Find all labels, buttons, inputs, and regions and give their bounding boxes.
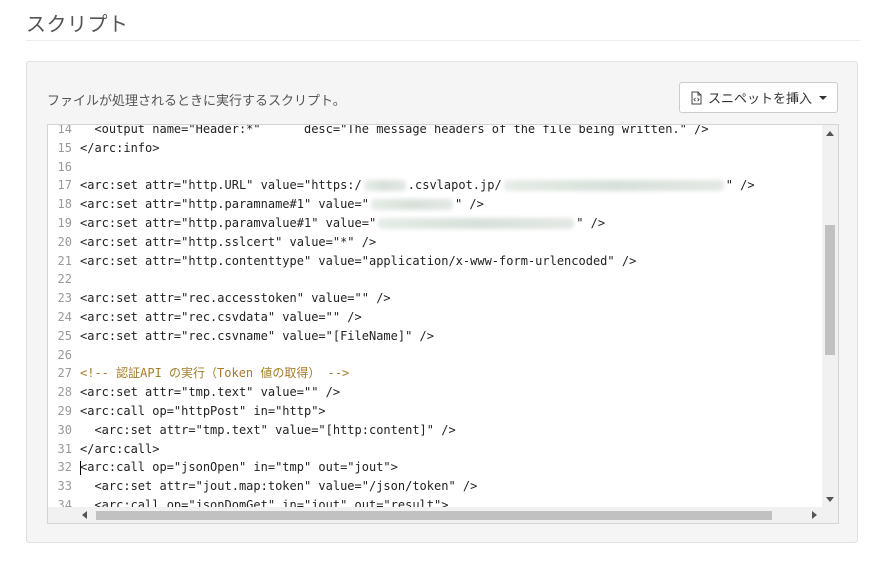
scroll-down-icon[interactable] (822, 491, 838, 507)
code-line[interactable]: 30 <arc:set attr="tmp.text" value="[http… (48, 421, 822, 440)
line-number: 17 (57, 178, 72, 193)
line-number: 20 (57, 234, 72, 249)
code-text: " /> (725, 178, 755, 193)
code-text: <arc:set attr="rec.csvdata" value="" /> (80, 309, 362, 324)
redacted-value (378, 217, 575, 229)
line-number: 34 (57, 497, 72, 507)
code-text: </arc:info> (80, 140, 160, 155)
code-text: " /> (576, 215, 606, 230)
code-line[interactable]: 19 <arc:set attr="http.paramvalue#1" valu… (48, 214, 822, 233)
code-line[interactable]: 20 <arc:set attr="http.sslcert" value="*"… (48, 233, 822, 252)
code-line[interactable]: 17 <arc:set attr="http.URL" value="https:… (48, 176, 822, 195)
line-number: 21 (57, 253, 72, 268)
redacted-value (370, 199, 453, 211)
code-line[interactable]: 28 <arc:set attr="tmp.text" value="" /> (48, 383, 822, 402)
code-text: <arc:set attr="tmp.text" value="" /> (80, 385, 341, 400)
scroll-right-icon[interactable] (806, 507, 822, 523)
line-number: 24 (57, 309, 72, 324)
code-line[interactable]: 24 <arc:set attr="rec.csvdata" value="" /… (48, 308, 822, 327)
line-number: 18 (57, 197, 72, 212)
code-text: <arc:call op="jsonOpen" in="tmp" out="jo… (80, 460, 398, 475)
vertical-scroll-thumb[interactable] (825, 225, 835, 355)
code-line[interactable]: 14 <output name="Header:*" desc="The mes… (48, 125, 822, 139)
code-comment: <!-- 認証API の実行（Token 値の取得） --> (80, 366, 350, 381)
code-text: <arc:call op="httpPost" in="http"> (80, 403, 326, 418)
line-number: 29 (57, 403, 72, 418)
line-number: 16 (57, 159, 72, 174)
title-divider (26, 40, 860, 41)
code-line[interactable]: 25 <arc:set attr="rec.csvname" value="[Fi… (48, 327, 822, 346)
script-editor[interactable]: 14 <output name="Header:*" desc="The mes… (47, 124, 839, 524)
code-line[interactable]: 31 </arc:call> (48, 440, 822, 459)
horizontal-scroll-thumb[interactable] (96, 511, 772, 520)
line-number: 26 (57, 347, 72, 362)
code-text: </arc:call> (80, 441, 160, 456)
insert-snippet-button[interactable]: スニペットを挿入 (678, 82, 838, 113)
redacted-value (503, 180, 724, 192)
code-line[interactable]: 26 (48, 346, 822, 365)
code-line[interactable]: 18 <arc:set attr="http.paramname#1" value… (48, 195, 822, 214)
code-text: .csvlapot.jp/ (407, 178, 502, 193)
code-text: <arc:set attr="jout.map:token" value="/j… (80, 479, 478, 494)
line-number: 22 (57, 272, 72, 287)
code-text: <output name="Header:*" desc="The messag… (80, 125, 709, 136)
code-area[interactable]: 14 <output name="Header:*" desc="The mes… (48, 125, 822, 507)
chevron-down-icon (819, 95, 827, 100)
code-line[interactable]: 32 <arc:call op="jsonOpen" in="tmp" out="… (48, 458, 822, 477)
code-text: <arc:set attr="http.sslcert" value="*" /… (80, 234, 377, 249)
code-file-icon (690, 91, 703, 105)
code-text: <arc:set attr="rec.accesstoken" value=""… (80, 291, 391, 306)
code-line[interactable]: 23 <arc:set attr="rec.accesstoken" value=… (48, 289, 822, 308)
line-number: 25 (57, 328, 72, 343)
code-text: <arc:set attr="rec.csvname" value="[File… (80, 328, 435, 343)
scrollbar-corner (822, 507, 838, 523)
scroll-up-icon[interactable] (822, 125, 838, 141)
line-number: 33 (57, 479, 72, 494)
code-line[interactable]: 34 <arc:call op="jsonDomGet" in="jout" o… (48, 496, 822, 507)
line-number: 27 (57, 366, 72, 381)
insert-snippet-label: スニペットを挿入 (707, 92, 812, 107)
code-text: <arc:set attr="http.URL" value="https:/ (80, 178, 362, 193)
code-line[interactable]: 22 (48, 270, 822, 289)
vertical-scrollbar[interactable] (822, 125, 838, 507)
line-number: 14 (57, 125, 72, 136)
script-panel: ファイルが処理されるときに実行するスクリプト。 スニペットを挿入 14 <out… (26, 61, 858, 543)
code-line[interactable]: 29 <arc:call op="httpPost" in="http"> (48, 402, 822, 421)
page-title: スクリプト (26, 12, 129, 36)
code-text: <arc:set attr="http.paramvalue#1" value=… (80, 215, 377, 230)
line-number: 28 (57, 385, 72, 400)
code-text: " /> (454, 197, 484, 212)
code-text: <arc:set attr="http.paramname#1" value=" (80, 197, 369, 212)
line-number: 19 (57, 215, 72, 230)
code-text: <arc:call op="jsonDomGet" in="jout" out=… (80, 497, 449, 507)
line-number: 32 (57, 460, 72, 475)
scroll-left-icon[interactable] (76, 507, 92, 523)
code-line[interactable]: 16 (48, 158, 822, 177)
code-line[interactable]: 33 <arc:set attr="jout.map:token" value=… (48, 477, 822, 496)
code-text: <arc:set attr="http.contenttype" value="… (80, 253, 637, 268)
code-lines: 14 <output name="Header:*" desc="The mes… (48, 125, 822, 507)
line-number: 23 (57, 291, 72, 306)
code-text: <arc:set attr="tmp.text" value="[http:co… (80, 422, 456, 437)
line-number: 15 (57, 140, 72, 155)
code-line[interactable]: 27 <!-- 認証API の実行（Token 値の取得） --> (48, 364, 822, 383)
code-line[interactable]: 21 <arc:set attr="http.contenttype" value… (48, 252, 822, 271)
horizontal-scrollbar[interactable] (48, 507, 822, 523)
line-number: 31 (57, 441, 72, 456)
code-line[interactable]: 15 </arc:info> (48, 139, 822, 158)
line-number: 30 (57, 422, 72, 437)
panel-description: ファイルが処理されるときに実行するスクリプト。 (47, 94, 346, 109)
redacted-value (363, 180, 406, 192)
